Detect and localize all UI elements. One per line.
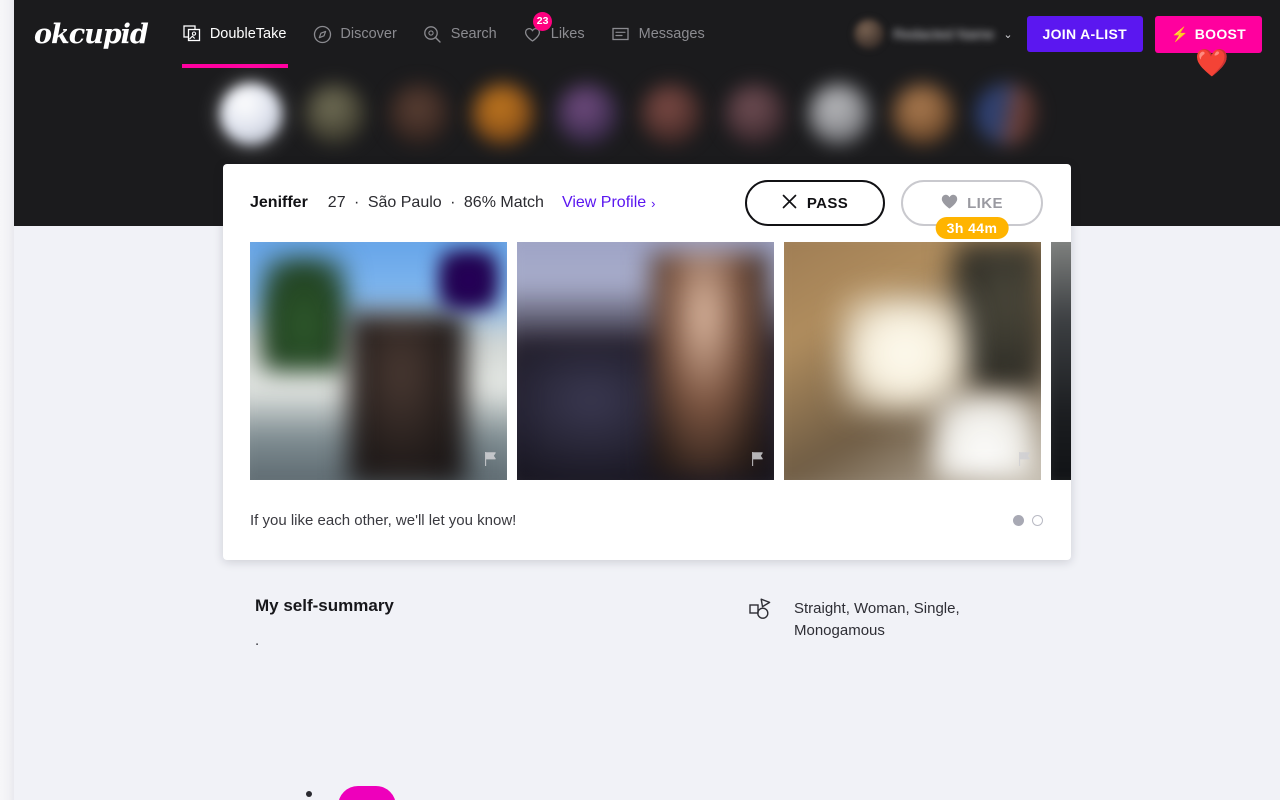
profile-meta: 27 · São Paulo · 86% Match — [328, 194, 544, 212]
like-button[interactable]: LIKE 3h 44m — [901, 180, 1043, 239]
pagination-dot[interactable] — [1032, 514, 1043, 526]
photo-gallery[interactable] — [223, 242, 1071, 480]
self-summary-text: . — [255, 632, 260, 649]
doubletake-icon — [182, 24, 202, 44]
avatar-thumb[interactable] — [808, 83, 870, 145]
primary-nav: DoubleTake Discover Search 23 Likes Mess… — [181, 0, 705, 68]
report-flag-icon[interactable] — [484, 452, 497, 471]
heart-filled-icon — [941, 194, 958, 213]
profile-card-header: Jeniffer 27 · São Paulo · 86% Match View… — [223, 164, 1071, 242]
photo-image — [1051, 242, 1071, 480]
profile-location: São Paulo — [367, 194, 442, 211]
account-name-redacted: Redacted Name — [893, 26, 995, 42]
identity-row: Straight, Woman, Single, Monogamous — [749, 598, 1004, 642]
photo-image — [650, 251, 769, 478]
match-hint-text: If you like each other, we'll let you kn… — [250, 511, 517, 529]
photo-image — [347, 313, 466, 480]
lightning-bolt-icon: ⚡ — [1170, 25, 1189, 42]
speech-bubble-icon — [611, 24, 631, 44]
gallery-photo[interactable] — [250, 242, 507, 480]
avatar-thumb[interactable] — [388, 83, 450, 145]
gallery-photo[interactable] — [784, 242, 1041, 480]
photo-image — [260, 256, 348, 371]
view-profile-label: View Profile — [561, 194, 647, 211]
avatar-thumb[interactable] — [304, 83, 366, 145]
avatar-thumb[interactable] — [892, 83, 954, 145]
boost-label: BOOST — [1194, 26, 1246, 42]
chevron-down-icon: ⌄ — [1003, 28, 1013, 41]
nav-item-search[interactable]: Search — [423, 0, 497, 68]
chevron-right-icon: › — [651, 195, 656, 211]
account-menu[interactable]: Redacted Name ⌄ — [854, 19, 1014, 49]
pink-action-pill[interactable] — [338, 786, 396, 800]
avatar-thumb[interactable] — [220, 83, 282, 145]
avatar-thumb[interactable] — [724, 83, 786, 145]
nav-item-messages[interactable]: Messages — [611, 0, 705, 68]
gallery-pagination — [1013, 514, 1043, 526]
report-flag-icon[interactable] — [751, 452, 764, 471]
avatar-thumb[interactable] — [472, 83, 534, 145]
avatar-carousel[interactable] — [14, 68, 1280, 160]
nav-label-doubletake: DoubleTake — [209, 26, 287, 42]
self-summary-title: My self-summary — [255, 596, 394, 615]
profile-card: Jeniffer 27 · São Paulo · 86% Match View… — [223, 164, 1071, 560]
avatar — [854, 19, 885, 49]
top-navbar: okcupid DoubleTake Discover Search 23 Li… — [14, 0, 1280, 77]
likes-badge-count: 23 — [532, 12, 553, 31]
profile-card-footer: If you like each other, we'll let you kn… — [223, 480, 1071, 560]
gallery-photo[interactable] — [517, 242, 774, 480]
nav-label-discover: Discover — [340, 26, 397, 42]
avatar-thumb[interactable] — [640, 83, 702, 145]
nav-label-search: Search — [450, 26, 497, 42]
compass-icon — [312, 24, 332, 44]
identity-text: Straight, Woman, Single, Monogamous — [794, 600, 960, 639]
close-x-icon — [782, 194, 797, 213]
okcupid-logo[interactable]: okcupid — [34, 19, 149, 50]
like-label: LIKE — [967, 194, 1003, 212]
page-viewport: okcupid DoubleTake Discover Search 23 Li… — [0, 0, 1280, 800]
profile-match-percent: 86% Match — [463, 194, 544, 211]
boost-button[interactable]: ⚡ BOOST — [1154, 15, 1262, 53]
bullet-dot — [306, 791, 312, 797]
like-timer-badge: 3h 44m — [935, 217, 1009, 239]
magnifier-icon — [423, 24, 443, 44]
nav-item-likes[interactable]: 23 Likes — [523, 0, 585, 68]
gallery-photo[interactable] — [1051, 242, 1071, 480]
photo-image — [437, 249, 500, 311]
join-alist-button[interactable]: JOIN A-LIST — [1026, 16, 1143, 52]
meta-separator: · — [354, 194, 360, 211]
avatar-thumb[interactable] — [976, 83, 1038, 145]
report-flag-icon[interactable] — [1018, 452, 1031, 471]
nav-label-messages: Messages — [638, 26, 705, 42]
avatar-thumb[interactable] — [556, 83, 618, 145]
view-profile-link[interactable]: View Profile › — [562, 194, 656, 212]
pass-button[interactable]: PASS — [745, 180, 885, 226]
pass-label: PASS — [806, 194, 849, 212]
profile-name: Jeniffer — [250, 194, 308, 211]
profile-age: 27 — [327, 194, 346, 211]
profile-card-actions: PASS LIKE 3h 44m — [745, 180, 1043, 239]
meta-separator: · — [450, 194, 456, 211]
shapes-identity-icon — [749, 598, 772, 625]
nav-item-discover[interactable]: Discover — [312, 0, 397, 68]
nav-label-likes: Likes — [550, 26, 585, 42]
pagination-dot[interactable] — [1013, 514, 1024, 526]
nav-item-doubletake[interactable]: DoubleTake — [181, 0, 288, 68]
left-gutter — [0, 0, 14, 800]
